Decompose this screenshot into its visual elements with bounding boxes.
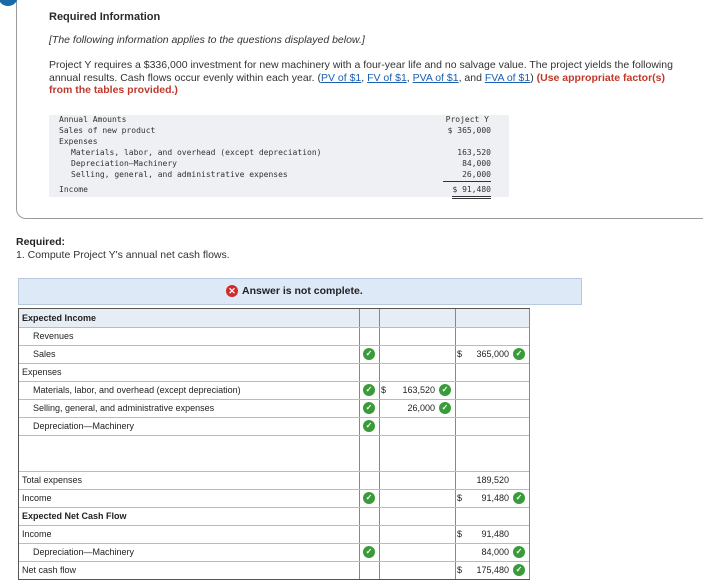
sga-label: Selling, general, and administrative exp… xyxy=(33,403,215,413)
sga-value[interactable]: 26,000 xyxy=(407,403,435,413)
revenues-label: Revenues xyxy=(33,331,74,341)
answer-status: ✕ Answer is not complete. xyxy=(226,285,363,297)
expected-income-heading: Expected Income xyxy=(22,313,97,323)
depreciation-label: Depreciation—Machinery xyxy=(33,421,135,431)
row-value: 163,520 xyxy=(457,148,491,157)
check-circle-icon: ✓ xyxy=(363,420,375,432)
info-note: [The following information applies to th… xyxy=(49,34,365,46)
expected-net-cash-flow-heading: Expected Net Cash Flow xyxy=(22,511,127,521)
check-circle-icon: ✓ xyxy=(513,564,525,576)
materials-dollar: $ xyxy=(381,385,387,395)
materials-value[interactable]: 163,520 xyxy=(402,385,435,395)
sales-value[interactable]: 365,000 xyxy=(476,349,509,359)
expenses-label: Expenses xyxy=(22,367,62,377)
sales-dollar: $ xyxy=(457,349,463,359)
check-circle-icon: ✓ xyxy=(439,384,451,396)
depreciation2-value[interactable]: 84,000 xyxy=(481,547,509,557)
net-cash-flow-dollar: $ xyxy=(457,565,463,575)
check-circle-icon: ✓ xyxy=(363,402,375,414)
net-cash-flow-value[interactable]: 175,480 xyxy=(476,565,509,575)
table-heading-left: Annual Amounts xyxy=(59,115,127,124)
answer-status-text: Answer is not complete. xyxy=(242,285,363,297)
total-expenses-label: Total expenses xyxy=(22,475,83,485)
row-value: $ 365,000 xyxy=(447,126,491,135)
check-circle-icon: ✓ xyxy=(513,546,525,558)
question-text: 1. Compute Project Y's annual net cash f… xyxy=(16,249,230,261)
x-circle-icon: ✕ xyxy=(226,285,238,297)
income-value[interactable]: 91,480 xyxy=(481,493,509,503)
check-circle-icon: ✓ xyxy=(363,348,375,360)
sales-label: Sales xyxy=(33,349,56,359)
total-expenses-value[interactable]: 189,520 xyxy=(476,475,509,485)
income2-value[interactable]: 91,480 xyxy=(481,529,509,539)
table-heading-right: Project Y xyxy=(445,115,489,124)
pv-link[interactable]: PV of $1 xyxy=(321,72,361,84)
depreciation2-label: Depreciation—Machinery xyxy=(33,547,135,557)
income-label: Income xyxy=(22,493,52,503)
fv-link[interactable]: FV of $1 xyxy=(367,72,407,84)
check-circle-icon: ✓ xyxy=(513,348,525,360)
materials-label: Materials, labor, and overhead (except d… xyxy=(33,385,241,395)
pva-link[interactable]: PVA of $1 xyxy=(413,72,459,84)
income-dollar: $ xyxy=(457,493,463,503)
problem-paragraph: Project Y requires a $336,000 investment… xyxy=(49,59,673,96)
check-circle-icon: ✓ xyxy=(439,402,451,414)
income2-dollar: $ xyxy=(457,529,463,539)
required-info-title: Required Information xyxy=(49,11,161,23)
row-label: Expenses xyxy=(59,137,98,146)
row-label: Sales of new product xyxy=(59,126,156,135)
required-label: Required: xyxy=(16,236,66,248)
check-circle-icon: ✓ xyxy=(363,546,375,558)
check-circle-icon: ✓ xyxy=(363,492,375,504)
row-label: Materials, labor, and overhead (except d… xyxy=(71,148,322,157)
row-value: $ 91,480 xyxy=(452,185,491,199)
check-circle-icon: ✓ xyxy=(513,492,525,504)
row-label: Income xyxy=(59,185,88,194)
row-label: Selling, general, and administrative exp… xyxy=(71,170,288,179)
row-label: Depreciation—Machinery xyxy=(71,159,177,168)
row-value: 26,000 xyxy=(443,170,491,182)
row-value: 84,000 xyxy=(462,159,491,168)
check-circle-icon: ✓ xyxy=(363,384,375,396)
net-cash-flow-label: Net cash flow xyxy=(22,565,77,575)
fva-link[interactable]: FVA of $1 xyxy=(485,72,530,84)
cash-flow-grid: Expected Income Revenues Sales ✓ $ 365,0… xyxy=(18,308,530,580)
income2-label: Income xyxy=(22,529,52,539)
